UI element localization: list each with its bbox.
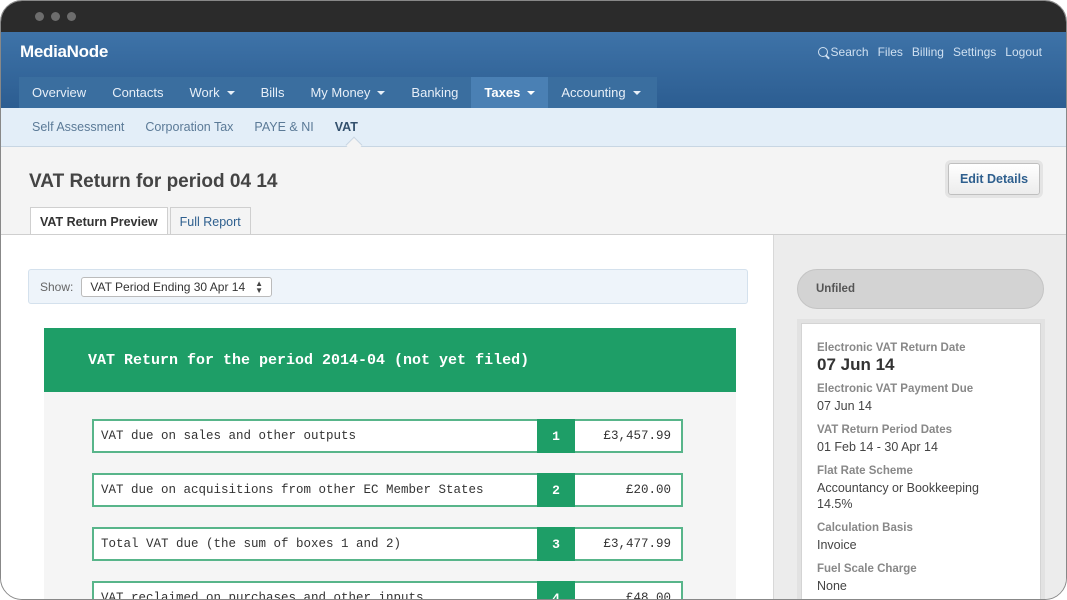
vat-row-description: VAT reclaimed on purchases and other inp… <box>92 581 537 599</box>
app-window: MediaNode Search Files Billing Settings … <box>0 0 1067 600</box>
filter-label: Show: <box>40 279 74 294</box>
nav-label: Banking <box>411 85 459 100</box>
window-dot-icon[interactable] <box>35 12 44 21</box>
vat-row: VAT due on sales and other outputs 1 £3,… <box>92 419 683 453</box>
vat-row: VAT reclaimed on purchases and other inp… <box>92 581 683 599</box>
vat-box-number: 2 <box>537 473 575 507</box>
vat-row-amount: £20.00 <box>575 473 683 507</box>
period-select-value: VAT Period Ending 30 Apr 14 <box>90 279 246 294</box>
search-link-label: Search <box>830 45 869 59</box>
detail-label: Calculation Basis <box>817 522 913 534</box>
subnav-self-assessment[interactable]: Self Assessment <box>32 120 124 134</box>
detail-label: Electronic VAT Return Date <box>817 342 966 354</box>
header: MediaNode Search Files Billing Settings … <box>1 32 1066 108</box>
nav-label: Work <box>189 85 220 100</box>
detail-value: 07 Jun 14 <box>817 355 895 374</box>
nav-banking[interactable]: Banking <box>398 77 471 108</box>
vat-row-description: Total VAT due (the sum of boxes 1 and 2) <box>92 527 537 561</box>
detail-value: 07 Jun 14 <box>817 399 872 413</box>
page-title: VAT Return for period 04 14 <box>29 171 278 192</box>
vat-row-description: VAT due on acquisitions from other EC Me… <box>92 473 537 507</box>
edit-details-button[interactable]: Edit Details <box>948 163 1040 195</box>
logout-link[interactable]: Logout <box>1005 45 1042 59</box>
vat-box-number: 4 <box>537 581 575 599</box>
detail-label: Flat Rate Scheme <box>817 465 913 477</box>
vat-row: VAT due on acquisitions from other EC Me… <box>92 473 683 507</box>
caret-down-icon <box>226 90 235 95</box>
nav-label: Taxes <box>484 85 521 100</box>
tab-bar: VAT Return Preview Full Report <box>30 207 253 236</box>
vat-row-description: VAT due on sales and other outputs <box>92 419 537 453</box>
select-arrows-icon: ▲ ▼ <box>255 278 264 295</box>
nav-my-money[interactable]: My Money <box>297 77 398 108</box>
billing-link[interactable]: Billing <box>912 45 944 59</box>
vat-row: Total VAT due (the sum of boxes 1 and 2)… <box>92 527 683 561</box>
vat-box-number: 3 <box>537 527 575 561</box>
nav-label: My Money <box>310 85 371 100</box>
window-chrome <box>1 1 1066 32</box>
nav-label: Bills <box>260 85 285 100</box>
nav-accounting[interactable]: Accounting <box>548 77 653 108</box>
nav-label: Accounting <box>561 85 626 100</box>
caret-down-icon <box>377 90 386 95</box>
detail-value: 14.5% <box>817 497 853 511</box>
vat-row-amount: £3,477.99 <box>575 527 683 561</box>
vat-box-number: 1 <box>537 419 575 453</box>
detail-label: Electronic VAT Payment Due <box>817 383 974 395</box>
subnav-vat[interactable]: VAT <box>335 120 358 134</box>
nav-bills[interactable]: Bills <box>248 77 298 108</box>
detail-value: 01 Feb 14 - 30 Apr 14 <box>817 440 938 454</box>
nav-taxes[interactable]: Taxes <box>471 77 549 108</box>
filter-bar: Show: VAT Period Ending 30 Apr 14 ▲ ▼ <box>28 269 748 304</box>
details-card: Electronic VAT Return Date 07 Jun 14 Ele… <box>801 323 1041 599</box>
vat-row-amount: £3,457.99 <box>575 419 683 453</box>
nav-work[interactable]: Work <box>177 77 248 108</box>
tab-full-report[interactable]: Full Report <box>169 207 251 235</box>
nav-label: Overview <box>32 85 87 100</box>
files-link[interactable]: Files <box>878 45 903 59</box>
sub-nav: Self Assessment Corporation Tax PAYE & N… <box>1 108 1066 147</box>
app-logo[interactable]: MediaNode <box>20 42 108 62</box>
window-dot-icon[interactable] <box>67 12 76 21</box>
vat-row-amount: £48.00 <box>575 581 683 599</box>
tab-vat-return-preview[interactable]: VAT Return Preview <box>30 207 168 236</box>
main-nav: Overview Contacts Work Bills My Money Ba… <box>19 77 657 108</box>
nav-contacts[interactable]: Contacts <box>99 77 176 108</box>
nav-label: Contacts <box>112 85 164 100</box>
detail-value: Invoice <box>817 538 857 552</box>
window-dot-icon[interactable] <box>51 12 60 21</box>
nav-overview[interactable]: Overview <box>19 77 99 108</box>
search-link[interactable]: Search <box>817 45 869 59</box>
settings-link[interactable]: Settings <box>953 45 996 59</box>
subnav-corporation-tax[interactable]: Corporation Tax <box>145 120 233 134</box>
subnav-paye-ni[interactable]: PAYE & NI <box>254 120 313 134</box>
top-links: Search Files Billing Settings Logout <box>817 45 1042 59</box>
detail-label: Fuel Scale Charge <box>817 563 917 575</box>
vat-return-header: VAT Return for the period 2014-04 (not y… <box>44 328 736 392</box>
detail-value: Accountancy or Bookkeeping <box>817 481 979 495</box>
detail-label: VAT Return Period Dates <box>817 424 953 436</box>
search-icon <box>817 47 828 57</box>
period-select[interactable]: VAT Period Ending 30 Apr 14 ▲ ▼ <box>81 276 273 297</box>
detail-value: None <box>817 579 847 593</box>
caret-down-icon <box>527 90 536 95</box>
vat-return-card: VAT Return for the period 2014-04 (not y… <box>44 328 736 599</box>
status-badge: Unfiled <box>797 269 1044 309</box>
caret-down-icon <box>632 90 641 95</box>
